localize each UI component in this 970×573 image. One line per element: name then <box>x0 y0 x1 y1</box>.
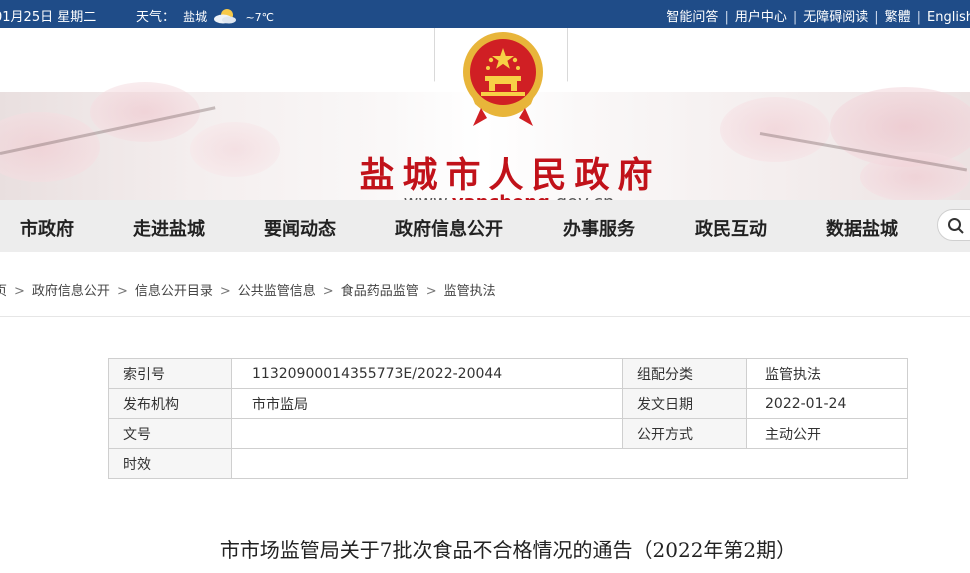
blossom-decoration <box>190 122 280 177</box>
link-separator: | <box>874 10 879 25</box>
breadcrumb-separator: > <box>219 284 231 299</box>
top-links: 智能问答 | 用户中心 | 无障碍阅读 | 繁體 | English <box>666 6 970 25</box>
breadcrumb-enforcement[interactable]: 监管执法 <box>444 284 496 299</box>
meta-label: 发布机构 <box>108 388 232 419</box>
link-smart-qa[interactable]: 智能问答 <box>666 10 718 25</box>
url-suffix: .gov.cn <box>550 192 614 200</box>
meta-value: 市市监局 <box>231 388 623 419</box>
breadcrumb-separator: > <box>116 284 128 299</box>
site-url[interactable]: www.yancheng.gov.cn <box>384 192 634 200</box>
nav-item-news[interactable]: 要闻动态 <box>264 215 336 241</box>
url-highlight: yancheng <box>452 192 550 200</box>
main-nav: 市政府 走进盐城 要闻动态 政府信息公开 办事服务 政民互动 数据盐城 <box>0 200 970 252</box>
meta-value <box>231 448 908 479</box>
table-row: 索引号 11320900014355773E/2022-20044 组配分类 监… <box>108 358 908 389</box>
site-banner: 盐城市人民政府 www.yancheng.gov.cn <box>0 28 970 200</box>
table-row: 时效 <box>108 448 908 479</box>
site-title[interactable]: 盐城市人民政府 <box>340 147 680 198</box>
nav-item-info-disclosure[interactable]: 政府信息公开 <box>395 215 503 241</box>
meta-value: 2022-01-24 <box>746 388 908 419</box>
nav-item-services[interactable]: 办事服务 <box>563 215 635 241</box>
breadcrumb-catalog[interactable]: 信息公开目录 <box>135 284 213 299</box>
meta-label: 索引号 <box>108 358 232 389</box>
link-separator: | <box>792 10 798 25</box>
meta-label: 组配分类 <box>622 358 747 389</box>
partly-cloudy-icon <box>213 8 239 24</box>
table-row: 发布机构 市市监局 发文日期 2022-01-24 <box>108 388 908 419</box>
breadcrumb-separator: > <box>425 284 437 299</box>
meta-label: 发文日期 <box>622 388 747 419</box>
breadcrumb-home[interactable]: 页 <box>0 284 7 299</box>
nav-item-city-government[interactable]: 市政府 <box>20 215 74 241</box>
meta-value: 主动公开 <box>746 418 908 449</box>
nav-item-interaction[interactable]: 政民互动 <box>695 215 767 241</box>
top-bar: 01月25日 星期二 天气： 盐城 ~7℃ 智能问答 | 用户中心 | 无障碍阅读 | 繁體… <box>0 0 970 28</box>
link-traditional-chinese[interactable]: 繁體 <box>885 10 911 25</box>
article-title: 市市场监管局关于7批次食品不合格情况的通告（2022年第2期） <box>219 538 797 562</box>
nav-item-about-yancheng[interactable]: 走进盐城 <box>133 215 205 241</box>
section-divider <box>0 316 970 317</box>
breadcrumb: 页 > 政府信息公开 > 信息公开目录 > 公共监管信息 > 食品药品监管 > 监管执法 <box>0 280 496 299</box>
document-meta-table: 索引号 11320900014355773E/2022-20044 组配分类 监… <box>108 358 908 479</box>
link-accessibility[interactable]: 无障碍阅读 <box>803 10 868 25</box>
link-english[interactable]: English <box>927 10 970 25</box>
breadcrumb-food-drug[interactable]: 食品药品监管 <box>341 284 419 299</box>
search-icon <box>948 218 964 234</box>
meta-value <box>231 418 623 449</box>
link-separator: | <box>724 10 729 25</box>
weather-label: 天气： <box>136 10 176 25</box>
breadcrumb-separator: > <box>14 284 25 299</box>
meta-label: 时效 <box>108 448 232 479</box>
table-row: 文号 公开方式 主动公开 <box>108 418 908 449</box>
weather-temperature: ~7℃ <box>245 11 275 24</box>
url-prefix: www. <box>404 192 452 200</box>
current-date: 01月25日 星期二 <box>0 10 97 25</box>
blossom-decoration <box>720 97 830 162</box>
national-emblem-icon[interactable] <box>461 30 545 128</box>
weather-city[interactable]: 盐城 <box>183 10 207 24</box>
meta-label: 文号 <box>108 418 232 449</box>
meta-value: 监管执法 <box>746 358 908 389</box>
search-button[interactable] <box>937 209 970 241</box>
breadcrumb-info-disclosure[interactable]: 政府信息公开 <box>32 284 110 299</box>
weather-widget: 天气： 盐城 ~7℃ <box>136 6 274 25</box>
nav-item-data[interactable]: 数据盐城 <box>826 215 898 241</box>
link-separator: | <box>916 10 922 25</box>
blossom-decoration <box>0 112 100 182</box>
breadcrumb-separator: > <box>322 284 334 299</box>
meta-label: 公开方式 <box>622 418 747 449</box>
breadcrumb-public-supervision[interactable]: 公共监管信息 <box>238 284 316 299</box>
link-user-center[interactable]: 用户中心 <box>735 10 787 25</box>
meta-value: 11320900014355773E/2022-20044 <box>231 358 623 389</box>
